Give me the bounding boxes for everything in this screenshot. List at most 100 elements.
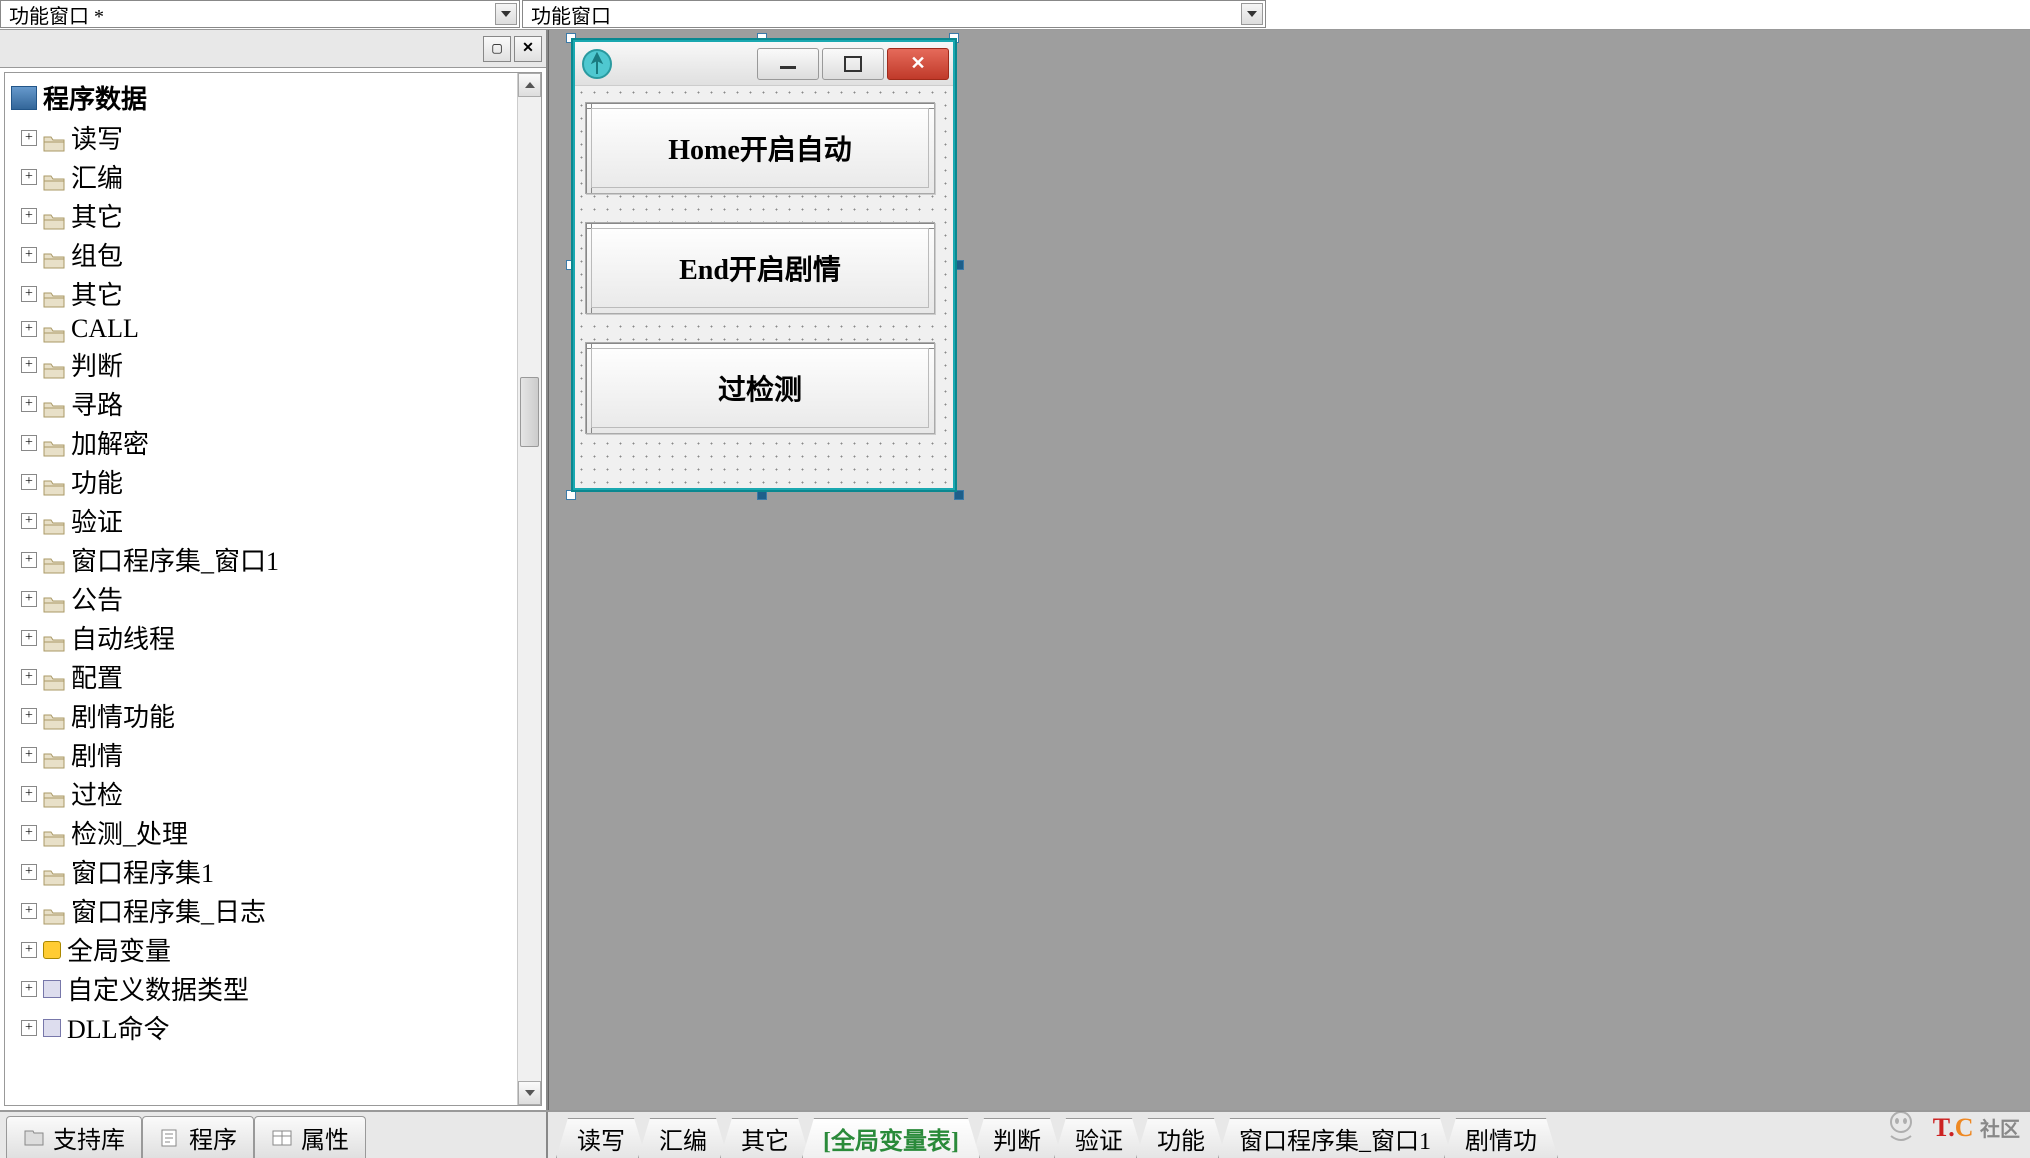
tree-item[interactable]: CALL (7, 313, 515, 345)
expand-icon[interactable] (21, 942, 37, 958)
tree-item-label: 窗口程序集1 (71, 853, 214, 890)
tree-scrollbar[interactable] (517, 73, 541, 1105)
tree-item[interactable]: 公告 (7, 579, 515, 618)
tab-support-lib[interactable]: 支持库 (6, 1116, 142, 1158)
expand-icon[interactable] (21, 786, 37, 802)
code-tab[interactable]: 读写 (556, 1118, 646, 1158)
close-window-button[interactable] (887, 48, 949, 80)
tab-properties[interactable]: 属性 (254, 1116, 366, 1158)
expand-icon[interactable] (21, 208, 37, 224)
tree-item-label: 验证 (71, 502, 123, 539)
expand-icon[interactable] (21, 981, 37, 997)
scroll-thumb[interactable] (520, 377, 539, 447)
expand-icon[interactable] (21, 864, 37, 880)
tree-item[interactable]: 组包 (7, 235, 515, 274)
maximize-button[interactable] (822, 48, 884, 80)
tree-item[interactable]: 配置 (7, 657, 515, 696)
home-auto-button[interactable]: Home开启自动 (585, 102, 935, 194)
scroll-up-button[interactable] (518, 73, 541, 97)
tree-item[interactable]: 全局变量 (7, 930, 515, 969)
tree-item[interactable]: 自定义数据类型 (7, 969, 515, 1008)
designed-titlebar[interactable] (575, 42, 953, 86)
designed-window-inner: Home开启自动 End开启剧情 过检测 (575, 42, 953, 488)
tree-item[interactable]: 其它 (7, 196, 515, 235)
program-tree[interactable]: 程序数据 读写汇编其它组包其它CALL判断寻路加解密功能验证窗口程序集_窗口1公… (5, 73, 517, 1105)
tree-item[interactable]: 其它 (7, 274, 515, 313)
code-tab[interactable]: 窗口程序集_窗口1 (1218, 1118, 1452, 1158)
expand-icon[interactable] (21, 591, 37, 607)
expand-icon[interactable] (21, 357, 37, 373)
database-icon (11, 86, 37, 110)
expand-icon[interactable] (21, 396, 37, 412)
tab-label: 剧情功 (1465, 1121, 1537, 1156)
expand-icon[interactable] (21, 435, 37, 451)
tree-item[interactable]: 读写 (7, 118, 515, 157)
expand-icon[interactable] (21, 286, 37, 302)
scroll-track[interactable] (518, 97, 541, 1081)
code-tab[interactable]: 汇编 (638, 1118, 728, 1158)
folder-icon (43, 246, 65, 264)
dropdown-left[interactable]: 功能窗口 * (0, 0, 520, 28)
dropdown-left-text: 功能窗口 * (9, 0, 104, 29)
tree-item-label: CALL (71, 314, 139, 344)
end-story-button[interactable]: End开启剧情 (585, 222, 935, 314)
tree-item[interactable]: 剧情功能 (7, 696, 515, 735)
design-area[interactable]: Home开启自动 End开启剧情 过检测 (548, 30, 2030, 1110)
tree-item[interactable]: 验证 (7, 501, 515, 540)
tree-item[interactable]: 判断 (7, 345, 515, 384)
tree-item[interactable]: 寻路 (7, 384, 515, 423)
tab-label: 属性 (301, 1120, 349, 1155)
tab-program[interactable]: 程序 (142, 1116, 254, 1158)
tree-item[interactable]: 汇编 (7, 157, 515, 196)
tree-item[interactable]: 自动线程 (7, 618, 515, 657)
expand-icon[interactable] (21, 747, 37, 763)
tree-item[interactable]: 剧情 (7, 735, 515, 774)
expand-icon[interactable] (21, 708, 37, 724)
tree-item[interactable]: 窗口程序集_窗口1 (7, 540, 515, 579)
expand-icon[interactable] (21, 903, 37, 919)
code-tab[interactable]: 其它 (720, 1118, 810, 1158)
tree-root[interactable]: 程序数据 (7, 77, 515, 118)
tree-container: 程序数据 读写汇编其它组包其它CALL判断寻路加解密功能验证窗口程序集_窗口1公… (4, 72, 542, 1106)
tab-label: 验证 (1075, 1121, 1123, 1156)
folder-icon (43, 129, 65, 147)
tree-item[interactable]: 加解密 (7, 423, 515, 462)
close-panel-button[interactable] (514, 36, 542, 62)
dock-button[interactable] (483, 36, 511, 62)
code-tab[interactable]: 验证 (1054, 1118, 1144, 1158)
tree-item-label: 汇编 (71, 158, 123, 195)
main-area: 程序数据 读写汇编其它组包其它CALL判断寻路加解密功能验证窗口程序集_窗口1公… (0, 30, 2030, 1110)
tree-item-label: 配置 (71, 658, 123, 695)
expand-icon[interactable] (21, 669, 37, 685)
tree-item[interactable]: 检测_处理 (7, 813, 515, 852)
expand-icon[interactable] (21, 169, 37, 185)
tree-item[interactable]: 过检 (7, 774, 515, 813)
tab-label: [全局变量表] (823, 1121, 959, 1156)
tree-item[interactable]: 窗口程序集1 (7, 852, 515, 891)
expand-icon[interactable] (21, 825, 37, 841)
code-tab[interactable]: 判断 (972, 1118, 1062, 1158)
tree-item-label: 窗口程序集_窗口1 (71, 541, 279, 578)
tree-item[interactable]: 功能 (7, 462, 515, 501)
expand-icon[interactable] (21, 1020, 37, 1036)
designed-window[interactable]: Home开启自动 End开启剧情 过检测 (571, 38, 957, 492)
chevron-down-icon[interactable] (495, 3, 517, 25)
dropdown-right[interactable]: 功能窗口 (522, 0, 1266, 28)
code-tab[interactable]: 功能 (1136, 1118, 1226, 1158)
designed-body[interactable]: Home开启自动 End开启剧情 过检测 (575, 86, 953, 488)
tree-item[interactable]: DLL命令 (7, 1008, 515, 1047)
code-tab[interactable]: [全局变量表] (802, 1118, 980, 1158)
expand-icon[interactable] (21, 630, 37, 646)
expand-icon[interactable] (21, 474, 37, 490)
expand-icon[interactable] (21, 130, 37, 146)
minimize-button[interactable] (757, 48, 819, 80)
chevron-down-icon[interactable] (1241, 3, 1263, 25)
scroll-down-button[interactable] (518, 1081, 541, 1105)
bypass-detect-button[interactable]: 过检测 (585, 342, 935, 434)
code-tab[interactable]: 剧情功 (1444, 1118, 1558, 1158)
tree-item[interactable]: 窗口程序集_日志 (7, 891, 515, 930)
expand-icon[interactable] (21, 321, 37, 337)
expand-icon[interactable] (21, 247, 37, 263)
expand-icon[interactable] (21, 552, 37, 568)
expand-icon[interactable] (21, 513, 37, 529)
